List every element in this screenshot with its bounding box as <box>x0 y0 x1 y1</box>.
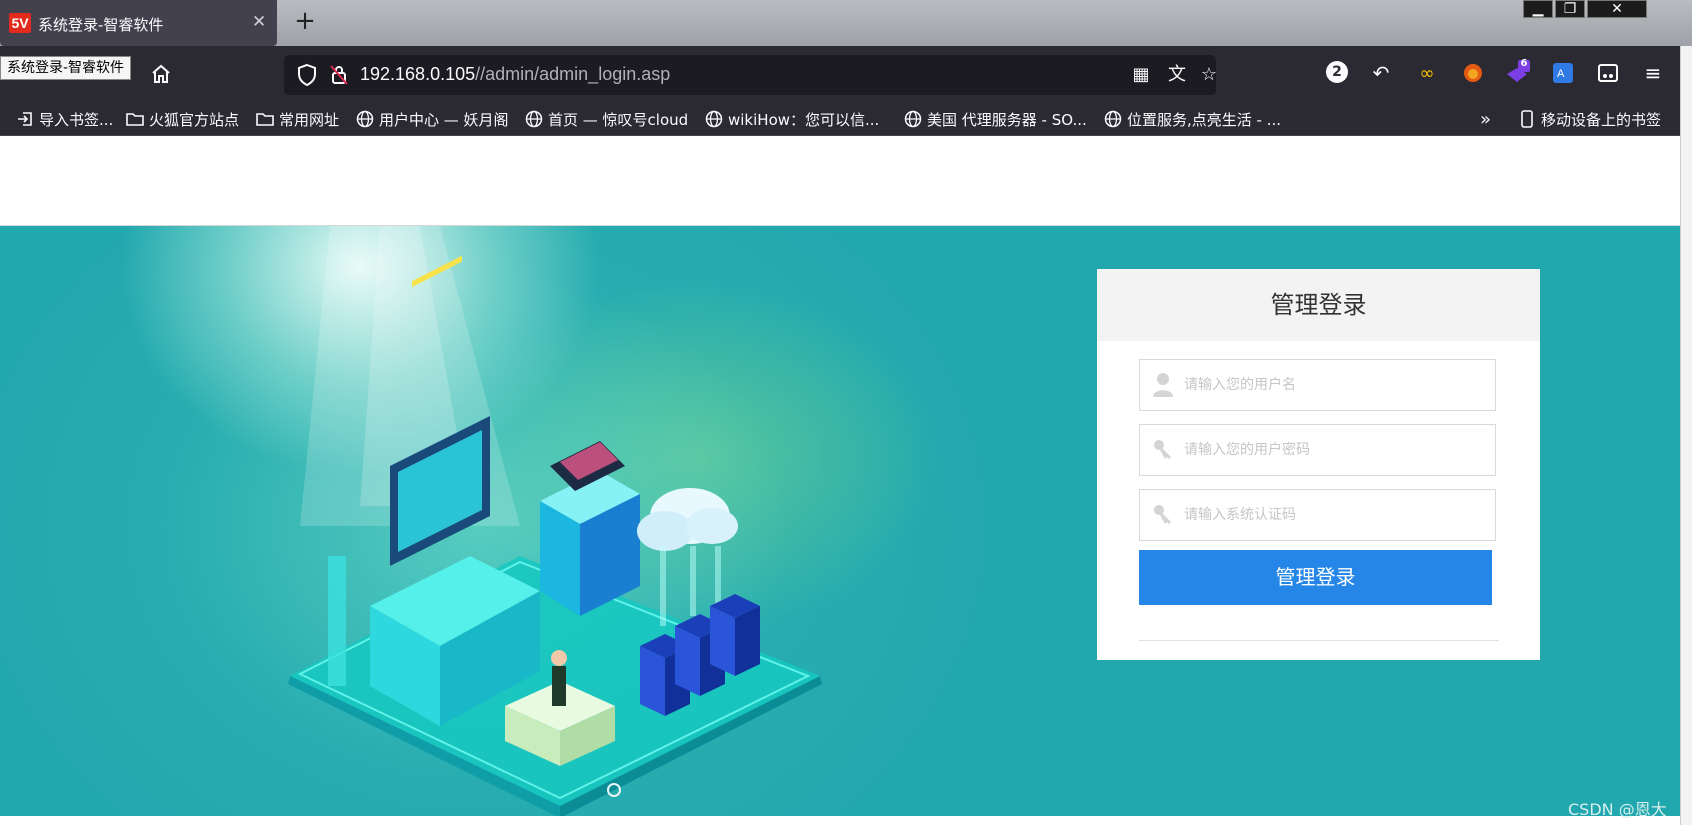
bookmark-label: 首页 — 惊叹号cloud <box>548 110 689 129</box>
mobile-bookmarks[interactable]: 移动设备上的书签 <box>1518 109 1661 129</box>
mobile-bookmarks-label: 移动设备上的书签 <box>1541 110 1662 129</box>
bookmark-item[interactable]: 用户中心 — 妖月阁 <box>356 109 509 129</box>
bookmark-item[interactable]: 美国 代理服务器 - SO... <box>904 109 1087 129</box>
login-panel: 管理登录 管理登录 <box>1097 269 1540 660</box>
menu-icon[interactable]: ≡ <box>1640 60 1666 86</box>
import-icon <box>16 110 34 128</box>
username-input[interactable] <box>1182 360 1482 410</box>
bookmark-label: 用户中心 — 妖月阁 <box>379 110 509 129</box>
url-host: 192.168.0.105 <box>360 64 476 84</box>
bookmark-item[interactable]: 位置服务,点亮生活 - ... <box>1104 109 1281 129</box>
mobile-device-icon <box>1518 110 1536 128</box>
site-favicon: 5V <box>9 13 31 33</box>
key-icon <box>1152 437 1174 463</box>
svg-text:A: A <box>1557 68 1565 80</box>
password-field[interactable] <box>1139 424 1496 476</box>
globe-icon <box>356 110 374 128</box>
captcha-input[interactable] <box>1182 490 1482 540</box>
bookmarks-bar: 导入书签... 火狐官方站点 常用网址 用户中心 — 妖月阁 首页 — 惊叹号c… <box>0 102 1692 136</box>
globe-icon <box>1104 110 1122 128</box>
extension-badge: 6 <box>1520 58 1528 69</box>
user-icon <box>1152 372 1174 398</box>
folder-icon <box>256 110 274 128</box>
page-header-area <box>0 136 1680 226</box>
translate-extension-icon[interactable]: A <box>1550 60 1576 86</box>
bookmark-item[interactable]: wikiHow：您可以信... <box>705 109 879 129</box>
bookmark-item[interactable]: 导入书签... <box>16 109 113 129</box>
browser-tab-bar: 5V 系统登录-智睿软件 ✕ + ▁ ❐ ✕ <box>0 0 1692 46</box>
reader-extension-icon[interactable] <box>1595 60 1621 86</box>
watermark: CSDN @恩大 <box>1568 800 1667 819</box>
bookmark-label: wikiHow：您可以信... <box>728 110 880 129</box>
window-controls: ▁ ❐ ✕ <box>1521 0 1647 18</box>
insecure-lock-icon[interactable] <box>328 63 350 91</box>
bookmark-label: 常用网址 <box>279 110 340 129</box>
minimize-button[interactable]: ▁ <box>1523 0 1553 18</box>
close-window-button[interactable]: ✕ <box>1587 0 1647 18</box>
bookmark-item[interactable]: 首页 — 惊叹号cloud <box>525 109 688 129</box>
qr-code-icon[interactable]: ▦ <box>1130 64 1152 86</box>
globe-icon <box>705 110 723 128</box>
globe-icon <box>904 110 922 128</box>
browser-tab-active[interactable]: 5V 系统登录-智睿软件 ✕ <box>0 0 277 46</box>
key-icon <box>1152 502 1174 528</box>
url-text[interactable]: 192.168.0.105//admin/admin_login.asp <box>360 64 670 85</box>
login-divider <box>1139 640 1499 641</box>
password-input[interactable] <box>1182 425 1482 475</box>
folder-icon <box>126 110 144 128</box>
bookmark-label: 美国 代理服务器 - SO... <box>927 110 1087 129</box>
bookmark-label: 位置服务,点亮生活 - ... <box>1127 110 1282 129</box>
url-path: //admin/admin_login.asp <box>475 64 671 84</box>
bookmarks-overflow-icon[interactable]: » <box>1480 109 1491 130</box>
maximize-button[interactable]: ❐ <box>1555 0 1585 18</box>
bookmark-folder[interactable]: 常用网址 <box>256 109 339 129</box>
bookmark-star-icon[interactable]: ☆ <box>1198 64 1220 86</box>
tab-tooltip: 系统登录-智睿软件 <box>0 56 132 80</box>
bookmark-label: 火狐官方站点 <box>149 110 240 129</box>
undo-icon[interactable]: ↶ <box>1368 60 1394 86</box>
new-tab-button[interactable]: + <box>292 8 318 35</box>
login-submit-button[interactable]: 管理登录 <box>1139 550 1492 605</box>
globe-icon <box>525 110 543 128</box>
extension-fox-icon[interactable] <box>1460 60 1486 86</box>
username-field[interactable] <box>1139 359 1496 411</box>
notification-badge[interactable]: 2 <box>1326 61 1348 83</box>
carousel-indicator[interactable] <box>607 783 621 797</box>
page-scrollbar[interactable] <box>1680 46 1692 825</box>
bookmark-label: 导入书签... <box>39 110 114 129</box>
bookmark-folder[interactable]: 火狐官方站点 <box>126 109 239 129</box>
tab-title: 系统登录-智睿软件 <box>38 16 164 34</box>
extension-glasses-icon[interactable]: ∞ <box>1414 60 1440 86</box>
browser-nav-bar: ← → ↻ 192.168.0.105//admin/admin_login.a… <box>0 46 1692 102</box>
translate-icon[interactable]: 文 <box>1166 64 1188 86</box>
shield-icon[interactable] <box>296 63 318 91</box>
home-icon[interactable] <box>148 61 174 87</box>
captcha-field[interactable] <box>1139 489 1496 541</box>
tab-close-icon[interactable]: ✕ <box>252 12 266 32</box>
address-bar[interactable]: 192.168.0.105//admin/admin_login.asp ▦ 文… <box>284 55 1217 95</box>
login-title: 管理登录 <box>1097 269 1540 341</box>
